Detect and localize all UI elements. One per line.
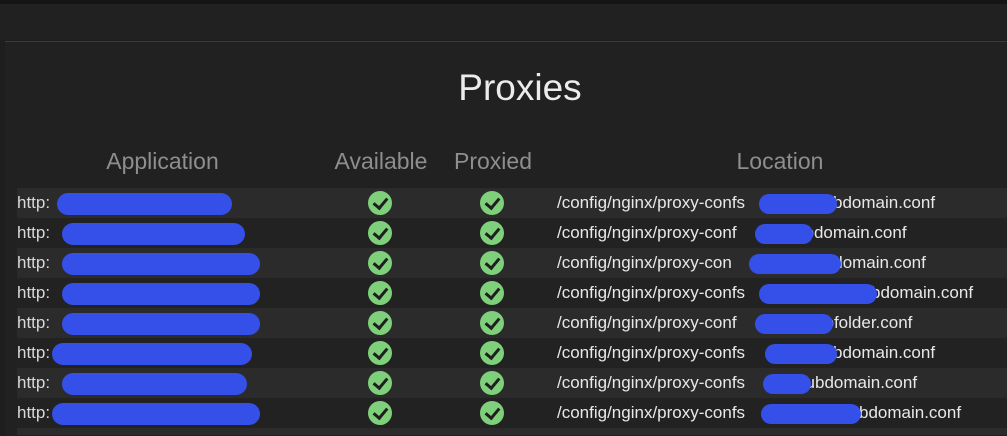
- header-strip: [0, 4, 1007, 40]
- location-path: /config/nginx/proxy-confs subdomain.conf: [557, 343, 936, 362]
- redaction-mark: [62, 253, 260, 275]
- proxied-check-icon: [480, 401, 504, 425]
- redaction-mark: [759, 284, 877, 304]
- location-path: /config/nginx/proxy-confs subdomain.conf: [557, 373, 918, 392]
- redaction-mark: [52, 403, 260, 425]
- application-url[interactable]: http:: [17, 368, 50, 398]
- available-check-icon: [368, 311, 392, 335]
- location-path: /config/nginx/proxy-con subdomain.conf: [557, 253, 926, 272]
- location-path: /config/nginx/proxy-confs subdomain.conf: [557, 403, 962, 422]
- table-row: http: /config/nginx/proxy-con subdomain.c…: [17, 248, 1007, 278]
- application-url[interactable]: http:: [17, 308, 50, 338]
- table-row: [17, 428, 1007, 435]
- application-url[interactable]: http:: [17, 278, 50, 308]
- proxied-check-icon: [480, 251, 504, 275]
- redaction-mark: [57, 193, 232, 215]
- location-path: /config/nginx/proxy-confs subdomain.conf: [557, 193, 936, 212]
- application-url[interactable]: http:: [17, 338, 50, 368]
- page-title: Proxies: [458, 67, 582, 108]
- table-row: http: /config/nginx/proxy-confs subdomain…: [17, 188, 1007, 218]
- proxied-check-icon: [480, 221, 504, 245]
- table-row: http: /config/nginx/proxy-conf subfolder.…: [17, 308, 1007, 338]
- available-check-icon: [368, 281, 392, 305]
- proxies-table: http: /config/nginx/proxy-confs subdomain…: [17, 188, 1007, 428]
- redaction-mark: [755, 224, 813, 244]
- redaction-mark: [62, 313, 260, 335]
- column-header-available[interactable]: Available: [329, 146, 433, 176]
- location-path: /config/nginx/proxy-conf subdomain.conf: [557, 223, 907, 242]
- table-row: http: /config/nginx/proxy-conf subdomain.…: [17, 218, 1007, 248]
- application-url[interactable]: http:: [17, 398, 50, 428]
- redaction-mark: [62, 223, 245, 245]
- column-header-application[interactable]: Application: [90, 146, 235, 176]
- available-check-icon: [368, 221, 392, 245]
- proxied-check-icon: [480, 341, 504, 365]
- available-check-icon: [368, 401, 392, 425]
- column-header-proxied[interactable]: Proxied: [448, 146, 538, 176]
- table-row: http: /config/nginx/proxy-confs subdomain…: [17, 398, 1007, 428]
- location-path: /config/nginx/proxy-conf subfolder.conf: [557, 313, 913, 332]
- application-url[interactable]: http:: [17, 248, 50, 278]
- available-check-icon: [368, 251, 392, 275]
- redaction-mark: [765, 344, 837, 364]
- proxied-check-icon: [480, 371, 504, 395]
- proxied-check-icon: [480, 191, 504, 215]
- available-check-icon: [368, 341, 392, 365]
- redaction-mark: [62, 283, 260, 305]
- proxied-check-icon: [480, 281, 504, 305]
- redaction-mark: [755, 314, 833, 334]
- redaction-mark: [62, 373, 247, 395]
- redaction-mark: [761, 404, 861, 424]
- redaction-mark: [763, 374, 811, 394]
- available-check-icon: [368, 371, 392, 395]
- redaction-mark: [749, 254, 841, 274]
- column-header-location[interactable]: Location: [720, 146, 840, 176]
- table-row: http: /config/nginx/proxy-confs subdomain…: [17, 278, 1007, 308]
- redaction-mark: [759, 194, 837, 214]
- redaction-mark: [52, 343, 252, 365]
- table-row: http: /config/nginx/proxy-confs subdomain…: [17, 368, 1007, 398]
- table-row: http: /config/nginx/proxy-confs subdomain…: [17, 338, 1007, 368]
- proxied-check-icon: [480, 311, 504, 335]
- available-check-icon: [368, 191, 392, 215]
- application-url[interactable]: http:: [17, 218, 50, 248]
- application-url[interactable]: http:: [17, 188, 50, 218]
